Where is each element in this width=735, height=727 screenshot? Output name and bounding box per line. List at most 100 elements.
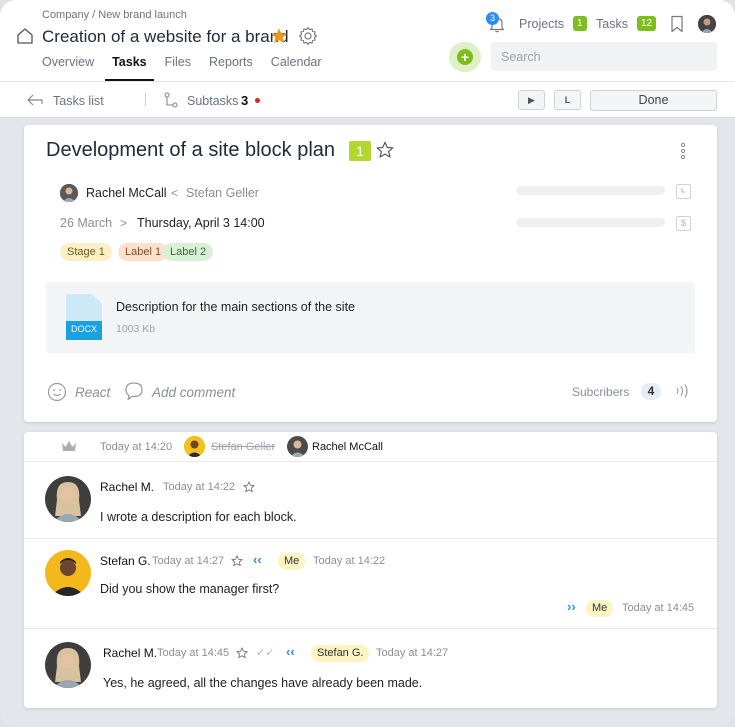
responsible-avatar-image [60, 184, 78, 202]
l-button[interactable]: L [554, 90, 581, 110]
react-button[interactable]: React [75, 385, 110, 400]
comment-text: I wrote a description for each block. [100, 510, 297, 524]
task-card: Development of a site block plan 1 Rache… [24, 125, 717, 422]
tag-label-1[interactable]: Label 1 [118, 243, 169, 261]
comment-avatar[interactable] [45, 476, 91, 522]
subscribers-count[interactable]: 4 [641, 383, 661, 400]
toolbar-divider [145, 93, 146, 106]
add-comment-button[interactable]: Add comment [152, 385, 235, 400]
responsible-avatar [60, 184, 78, 202]
new-assignee-avatar [287, 436, 308, 457]
attached-file[interactable]: DOCX Description for the main sections o… [46, 282, 695, 353]
unread-dot [255, 98, 260, 103]
project-title: Creation of a website for a brand [42, 27, 289, 46]
broadcast-icon[interactable] [674, 384, 690, 398]
file-type-label: DOCX [70, 324, 97, 334]
log-time: Today at 14:20 [100, 441, 173, 453]
assignee-change-log: Today at 14:20 Stefan Geller Rachel McCa… [24, 432, 717, 462]
subtasks-icon [164, 92, 178, 108]
app-window: Company / New brand launch Creation of a… [0, 0, 735, 727]
tab-reports[interactable]: Reports [209, 55, 253, 81]
comment-avatar-image [45, 550, 91, 596]
start-date[interactable]: 26 March [60, 216, 112, 230]
comment-author[interactable]: Rachel M. [103, 646, 157, 660]
comment-text: Did you show the manager first? [100, 582, 280, 596]
tab-calendar[interactable]: Calendar [271, 55, 322, 81]
answered-time: Today at 14:45 [622, 602, 695, 614]
deadline[interactable]: Thursday, April 3 14:00 [137, 216, 265, 230]
new-assignee-name[interactable]: Rachel McCall [312, 441, 383, 453]
comment-author[interactable]: Rachel M. [100, 480, 154, 494]
comment-item: Rachel M. Today at 14:22 I wrote a descr… [24, 462, 717, 538]
gear-icon[interactable] [298, 26, 318, 46]
creator-name[interactable]: Stefan Geller [186, 186, 259, 200]
notifications-badge: 3 [486, 12, 499, 25]
reply-to-chip[interactable]: Me [278, 553, 306, 570]
star-outline-icon[interactable] [376, 141, 394, 159]
favorite-star-icon[interactable] [270, 27, 288, 45]
subtasks-link[interactable]: Subtasks [187, 94, 238, 108]
dollar-icon[interactable]: $ [676, 216, 691, 231]
user-avatar[interactable] [698, 15, 716, 33]
comment-avatar-image [45, 476, 91, 522]
task-title: Development of a site block plan [46, 139, 336, 161]
file-name[interactable]: Description for the main sections of the… [116, 300, 355, 314]
tag-label-2[interactable]: Label 2 [163, 243, 214, 261]
tasks-list-link[interactable]: Tasks list [53, 94, 104, 108]
more-vertical-icon[interactable] [680, 142, 686, 160]
comment-avatar-image [45, 642, 91, 688]
breadcrumb[interactable]: Company / New brand launch [42, 9, 187, 21]
tab-files[interactable]: Files [165, 55, 191, 81]
search-input[interactable] [491, 42, 717, 71]
tag-label-1-text: Label 1 [125, 246, 162, 258]
projects-count-badge: 1 [573, 16, 587, 31]
clock-icon[interactable] [676, 184, 691, 199]
comment-item: Stefan G. Today at 14:27 ‹‹ Me Today at … [24, 538, 717, 628]
add-button[interactable]: + [449, 42, 481, 72]
home-icon[interactable] [16, 27, 34, 45]
old-assignee-name[interactable]: Stefan Geller [211, 441, 275, 453]
tab-tasks[interactable]: Tasks [105, 55, 154, 81]
comment-avatar[interactable] [45, 642, 91, 688]
comment-author[interactable]: Stefan G. [100, 554, 151, 568]
reply-arrows-icon[interactable]: ‹‹ [286, 644, 295, 659]
file-size: 1003 Kb [116, 323, 156, 335]
back-arrow-icon[interactable] [26, 93, 44, 107]
task-number-badge: 1 [349, 141, 371, 161]
tag-stage[interactable]: Stage 1 [60, 243, 112, 261]
subtasks-count: 3 [241, 93, 249, 108]
play-button[interactable]: ▶ [518, 90, 545, 110]
cost-progress-bar [516, 218, 665, 227]
reply-time: Today at 14:27 [376, 647, 449, 659]
star-outline-icon[interactable] [243, 481, 255, 493]
project-tabs: Overview Tasks Files Reports Calendar [42, 55, 340, 81]
star-outline-icon[interactable] [231, 555, 243, 567]
projects-link[interactable]: Projects [519, 17, 564, 31]
comments-panel: Today at 14:20 Stefan Geller Rachel McCa… [24, 432, 717, 708]
plus-icon: + [457, 49, 473, 65]
comment-item: Rachel M. Today at 14:45 ✓✓ ‹‹ Stefan G.… [24, 628, 717, 708]
comment-icon[interactable] [124, 381, 144, 401]
task-toolbar: Tasks list Subtasks 3 ▶ L Done [0, 82, 735, 118]
tasks-link[interactable]: Tasks [596, 17, 628, 31]
comment-avatar[interactable] [45, 550, 91, 596]
user-avatar-image [698, 15, 716, 33]
done-button[interactable]: Done [590, 90, 717, 111]
bookmark-icon[interactable] [670, 15, 684, 33]
comment-time: Today at 14:22 [163, 481, 236, 493]
responsible-name[interactable]: Rachel McCall [86, 186, 167, 200]
subscribers-label[interactable]: Subcribers [572, 385, 629, 399]
tag-stage-label: Stage 1 [67, 246, 105, 258]
comment-time: Today at 14:27 [152, 555, 225, 567]
tab-overview[interactable]: Overview [42, 55, 94, 81]
answered-by-chip[interactable]: Me [586, 600, 614, 617]
old-assignee-avatar [184, 436, 205, 457]
new-assignee-avatar-image [287, 436, 308, 457]
star-outline-icon[interactable] [236, 647, 248, 659]
reply-arrows-icon[interactable]: ‹‹ [253, 552, 262, 567]
answered-arrows-icon[interactable]: ›› [567, 599, 576, 614]
read-check-icon: ✓✓ [256, 647, 275, 659]
reply-to-chip[interactable]: Stefan G. [311, 645, 370, 662]
time-progress-bar [516, 186, 665, 195]
smile-icon[interactable] [47, 382, 67, 402]
